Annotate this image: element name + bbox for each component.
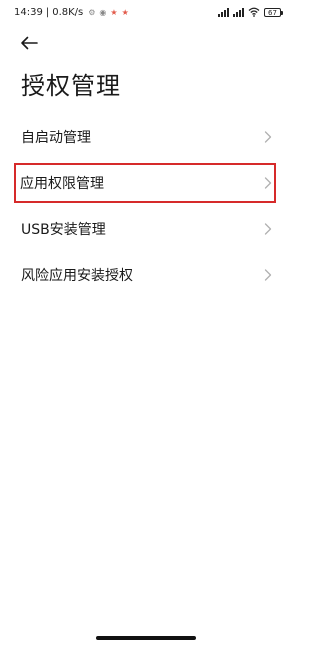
wifi-icon <box>248 7 260 17</box>
page-title: 授权管理 <box>21 72 121 100</box>
menu-item-label: 应用权限管理 <box>20 176 104 192</box>
menu-item-autostart[interactable]: 自启动管理 <box>0 114 292 160</box>
status-bar: 14:39 | 0.8K/s ⚙ ◉ ★ ★ 67 <box>0 0 292 24</box>
menu-list: 自启动管理 应用权限管理 USB安装管理 风险应用安装授权 <box>0 114 292 298</box>
notification-icon: ◉ <box>99 8 107 17</box>
chevron-right-icon <box>264 223 272 235</box>
arrow-left-icon <box>21 36 38 50</box>
status-left: 14:39 | 0.8K/s ⚙ ◉ ★ ★ <box>14 7 129 18</box>
network-speed: 0.8K/s <box>52 7 84 18</box>
menu-item-usb-install[interactable]: USB安装管理 <box>0 206 292 252</box>
menu-item-label: USB安装管理 <box>21 222 106 238</box>
app-notification-icon-2: ★ <box>121 8 129 17</box>
app-notification-icon: ★ <box>110 8 118 17</box>
menu-item-risk-app-install[interactable]: 风险应用安装授权 <box>0 252 292 298</box>
signal-icon <box>218 7 229 17</box>
menu-item-label: 风险应用安装授权 <box>21 268 133 284</box>
menu-item-label: 自启动管理 <box>21 130 91 146</box>
status-right: 67 <box>218 7 283 17</box>
notification-icons: ⚙ ◉ ★ ★ <box>88 8 129 17</box>
back-button[interactable] <box>18 33 40 53</box>
chevron-right-icon <box>264 269 272 281</box>
home-indicator[interactable] <box>96 636 196 640</box>
chevron-right-icon <box>264 131 272 143</box>
chevron-right-icon <box>264 177 272 189</box>
menu-item-app-permissions[interactable]: 应用权限管理 <box>14 163 276 203</box>
data-saver-icon: ⚙ <box>88 8 96 17</box>
status-separator: | <box>45 7 50 18</box>
status-time: 14:39 <box>14 7 43 18</box>
battery-icon: 67 <box>264 7 283 17</box>
signal-icon-2 <box>233 7 244 17</box>
battery-level: 67 <box>268 8 277 17</box>
